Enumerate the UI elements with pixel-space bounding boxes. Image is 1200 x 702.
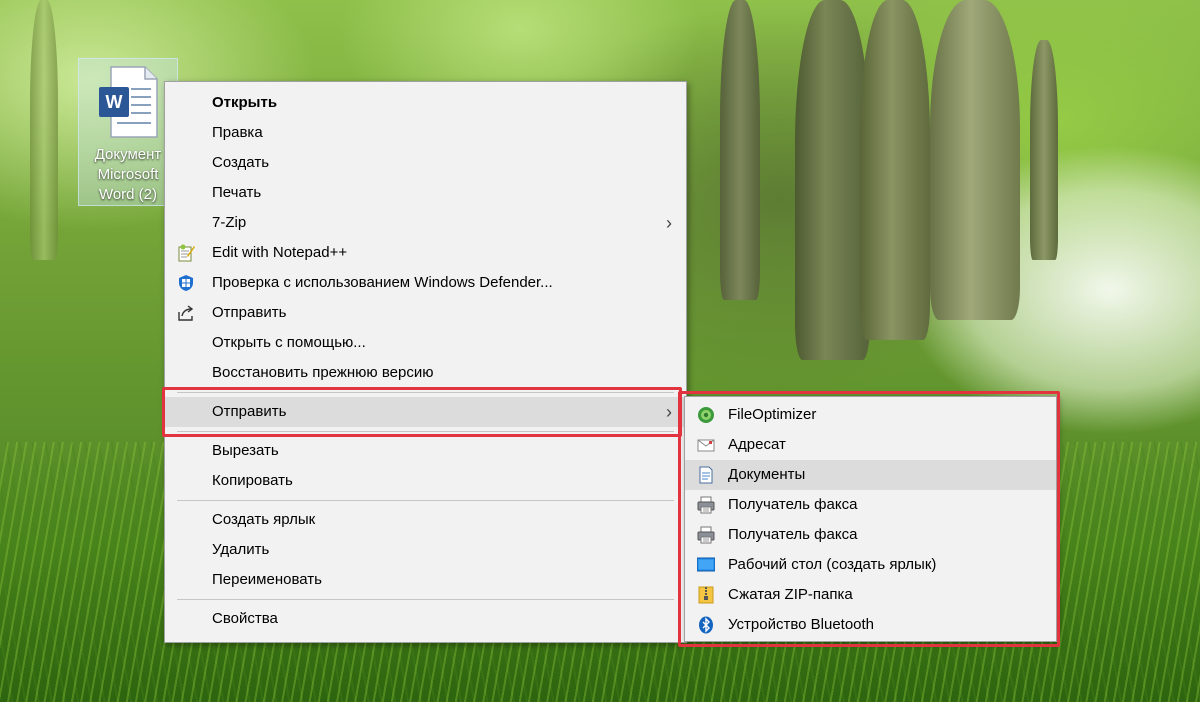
menu-item-print[interactable]: Печать — [165, 178, 686, 208]
menu-item-share[interactable]: Отправить — [165, 298, 686, 328]
menu-item-7zip[interactable]: 7-Zip › — [165, 208, 686, 238]
menu-item-delete[interactable]: Удалить — [165, 535, 686, 565]
tree-trunk — [720, 0, 760, 300]
menu-item-open-with[interactable]: Открыть с помощью... — [165, 328, 686, 358]
menu-item-new[interactable]: Создать — [165, 148, 686, 178]
menu-item-edit[interactable]: Правка — [165, 118, 686, 148]
highlight-send-to — [162, 387, 682, 437]
highlight-submenu — [678, 391, 1060, 647]
menu-item-label: Переименовать — [212, 571, 322, 588]
menu-item-restore-previous[interactable]: Восстановить прежнюю версию — [165, 358, 686, 388]
tree-trunk — [860, 0, 930, 340]
menu-item-create-shortcut[interactable]: Создать ярлык — [165, 505, 686, 535]
tree-trunk — [30, 0, 58, 260]
menu-item-label: Edit with Notepad++ — [212, 244, 348, 261]
menu-item-cut[interactable]: Вырезать — [165, 436, 686, 466]
menu-separator — [177, 500, 674, 501]
menu-item-label: Удалить — [212, 541, 270, 558]
desktop-icon-label: Документ Microsoft Word (2) — [94, 146, 162, 203]
menu-item-label: Создать — [212, 154, 270, 171]
menu-item-open[interactable]: Открыть — [165, 88, 686, 118]
tree-trunk — [795, 0, 870, 360]
menu-item-label: Создать ярлык — [212, 511, 316, 528]
context-menu: Открыть Правка Создать Печать 7-Zip › Edi… — [164, 81, 687, 643]
menu-item-label: Открыть с помощью... — [212, 334, 366, 351]
notepadpp-icon — [178, 244, 195, 262]
menu-item-label: Правка — [212, 124, 263, 141]
menu-item-label: Проверка с использованием Windows Defend… — [212, 274, 553, 291]
menu-item-label: Вырезать — [212, 442, 279, 459]
svg-text:W: W — [106, 92, 123, 112]
menu-item-label: 7-Zip — [212, 214, 247, 231]
menu-item-label: Копировать — [212, 472, 293, 489]
tree-trunk — [930, 0, 1020, 320]
menu-item-label: Печать — [212, 184, 262, 201]
word-document-icon: W — [99, 66, 158, 138]
menu-item-windows-defender[interactable]: Проверка с использованием Windows Defend… — [165, 268, 686, 298]
menu-separator — [177, 599, 674, 600]
menu-item-copy[interactable]: Копировать — [165, 466, 686, 496]
tree-trunk — [1030, 40, 1058, 260]
chevron-right-icon: › — [666, 213, 672, 233]
desktop-file-word-document[interactable]: W Документ Microsoft Word (2) — [78, 58, 178, 206]
menu-item-rename[interactable]: Переименовать — [165, 565, 686, 595]
menu-item-properties[interactable]: Свойства — [165, 604, 686, 634]
menu-item-label: Открыть — [212, 94, 278, 111]
share-icon — [178, 305, 194, 321]
menu-item-label: Свойства — [212, 610, 278, 627]
menu-item-label: Отправить — [212, 304, 287, 321]
menu-item-edit-notepadpp[interactable]: Edit with Notepad++ — [165, 238, 686, 268]
windows-defender-icon — [179, 275, 193, 291]
menu-item-label: Восстановить прежнюю версию — [212, 364, 434, 381]
